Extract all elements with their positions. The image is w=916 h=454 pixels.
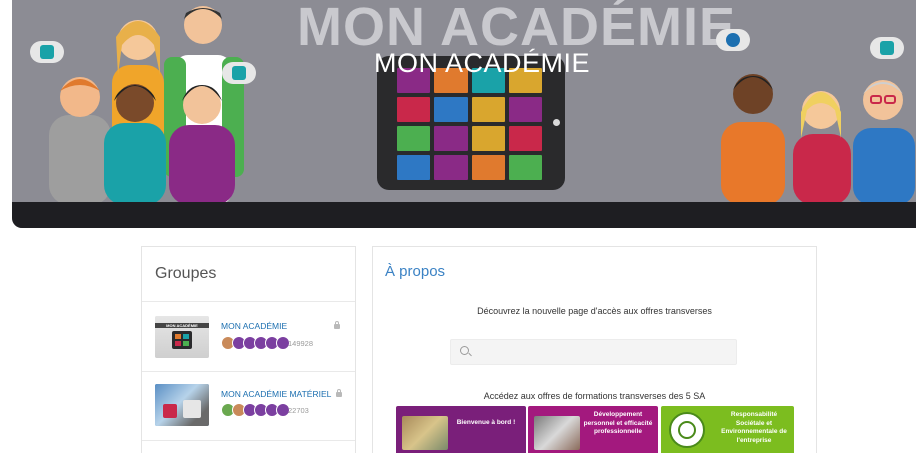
group-thumbnail-label: MON ACADÉMIE <box>155 323 209 328</box>
banner: MON ACADÉMIE MON ACADÉMIE <box>12 0 916 228</box>
banner-bottom-bar <box>12 202 916 228</box>
member-count: 149928 <box>288 339 314 348</box>
group-name-link[interactable]: MON ACADÉMIE MATÉRIEL <box>221 389 331 399</box>
about-card: À propos Découvrez la nouvelle page d'ac… <box>372 246 817 453</box>
chat-bubble-icon <box>716 29 750 51</box>
member-avatars <box>221 336 290 350</box>
group-thumbnail[interactable]: MON ACADÉMIE <box>155 316 209 358</box>
open-book-bubble-icon <box>870 37 904 59</box>
group-thumbnail[interactable] <box>155 384 209 426</box>
lock-icon <box>336 389 342 397</box>
search-input[interactable] <box>473 342 732 362</box>
map-image <box>402 416 448 450</box>
groups-heading: Groupes <box>155 265 217 282</box>
member-avatars <box>221 403 290 417</box>
group-item[interactable]: MON ACADÉMIE MON ACADÉMIE 149928 <box>142 301 355 370</box>
search-icon <box>460 346 469 355</box>
rse-logo-icon <box>669 412 705 448</box>
search-box[interactable] <box>450 339 737 365</box>
book-bubble-icon <box>30 41 64 63</box>
group-name-link[interactable]: MON ACADÉMIE <box>221 321 287 331</box>
offers-heading: Accédez aux offres de formations transve… <box>483 391 706 401</box>
about-intro-text: Découvrez la nouvelle page d'accès aux o… <box>477 306 712 316</box>
offer-tile-development[interactable]: Développement personnel et efficacité pr… <box>528 406 658 453</box>
offer-tile-rse[interactable]: Responsabilité Sociétale et Environnemen… <box>661 406 794 453</box>
group-item[interactable]: MON ACADÉMIE MATÉRIEL 22703 <box>142 371 355 440</box>
offer-label: Développement personnel et efficacité pr… <box>583 411 653 435</box>
banner-title: MON ACADÉMIE <box>374 48 591 78</box>
groups-card: Groupes MON ACADÉMIE MON ACADÉMIE 149928 <box>141 246 356 453</box>
offer-tile-welcome[interactable]: Bienvenue à bord ! <box>396 406 526 453</box>
lock-icon <box>334 321 340 329</box>
member-count: 22703 <box>288 406 309 415</box>
offer-label: Bienvenue à bord ! <box>456 419 516 426</box>
meeting-image <box>534 416 580 450</box>
offer-label: Responsabilité Sociétale et Environnemen… <box>721 411 787 444</box>
document-bubble-icon <box>222 62 256 84</box>
about-heading: À propos <box>385 263 446 280</box>
